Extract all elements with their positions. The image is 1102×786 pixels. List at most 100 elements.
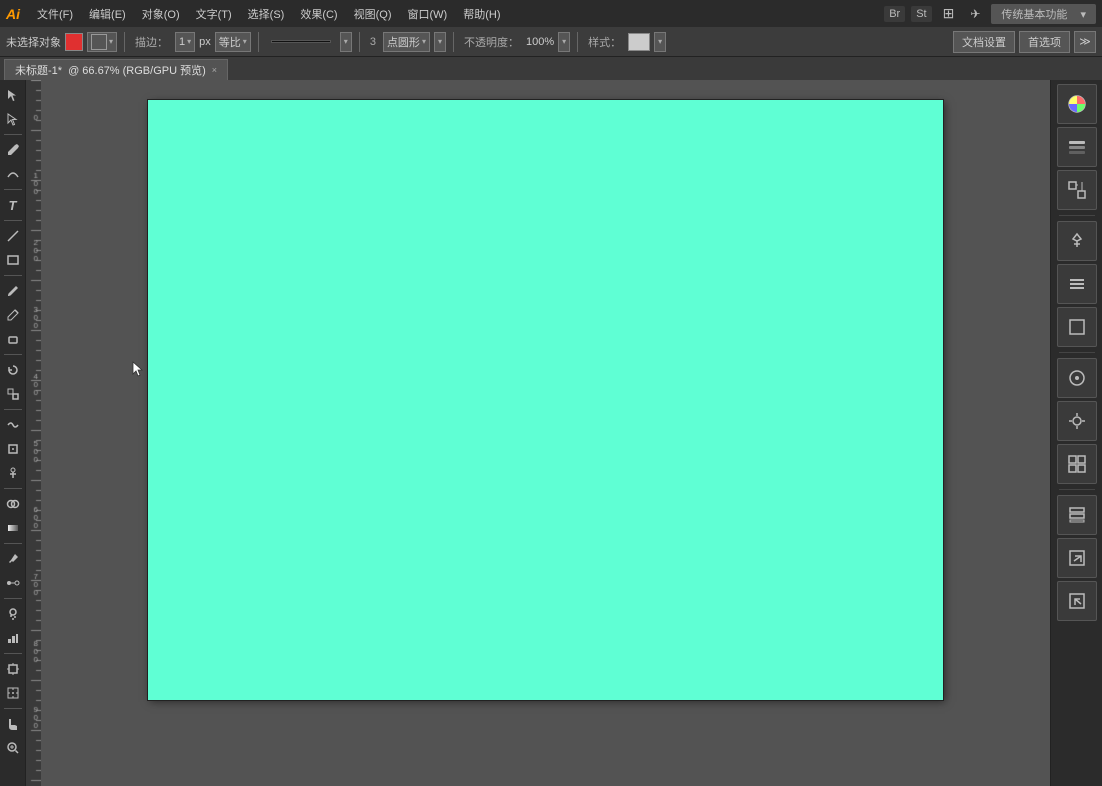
- menu-help[interactable]: 帮助(H): [456, 4, 507, 24]
- arrange-icon[interactable]: ⊞: [938, 3, 960, 24]
- point-type-dropdown[interactable]: 点圆形 ▾: [383, 32, 430, 52]
- stroke-unit: px: [199, 36, 211, 48]
- panel-separator-3: [1059, 489, 1095, 490]
- left-ruler: [26, 80, 41, 786]
- extra-options-button[interactable]: ≫: [1074, 31, 1096, 53]
- blend-tool[interactable]: [2, 572, 24, 594]
- left-toolbar: T: [0, 80, 26, 786]
- stroke-line-preview: [271, 40, 331, 43]
- tool-separator-7: [4, 488, 22, 489]
- curvature-tool[interactable]: [2, 163, 24, 185]
- tool-separator-10: [4, 653, 22, 654]
- link-button[interactable]: [1057, 581, 1097, 621]
- tab-close-button[interactable]: ×: [212, 65, 217, 75]
- style-label: 样式：: [588, 34, 621, 50]
- stroke-dash-dropdown[interactable]: ▾: [340, 32, 352, 52]
- symbol-sprayer-tool[interactable]: [2, 603, 24, 625]
- tool-separator-9: [4, 598, 22, 599]
- style-swatch[interactable]: [628, 33, 650, 51]
- document-tab[interactable]: 未标题-1* @ 66.67% (RGB/GPU 预览) ×: [4, 59, 228, 80]
- line-tool[interactable]: [2, 225, 24, 247]
- puppet-panel-button[interactable]: [1057, 221, 1097, 261]
- zoom-tool[interactable]: [2, 737, 24, 759]
- top-menubar: Ai 文件(F) 编辑(E) 对象(O) 文字(T) 选择(S) 效果(C) 视…: [0, 0, 1102, 27]
- rect-tool[interactable]: [2, 249, 24, 271]
- menu-type[interactable]: 文字(T): [189, 4, 239, 24]
- eyedropper-tool[interactable]: [2, 548, 24, 570]
- panel-separator-1: [1059, 215, 1095, 216]
- column-graph-tool[interactable]: [2, 627, 24, 649]
- preferences-button[interactable]: 首选项: [1019, 31, 1070, 53]
- tab-info: @ 66.67% (RGB/GPU 预览): [68, 62, 206, 78]
- stock-icon[interactable]: St: [911, 6, 931, 22]
- artboard-tool[interactable]: [2, 658, 24, 680]
- opacity-value: 100%: [526, 36, 554, 48]
- direct-selection-tool[interactable]: [2, 108, 24, 130]
- panel-separator-2: [1059, 352, 1095, 353]
- scale-tool[interactable]: [2, 383, 24, 405]
- warp-tool[interactable]: [2, 414, 24, 436]
- top-right-icons: Br St ⊞ ✈ 传统基本功能 ▾: [884, 3, 1096, 24]
- pen-tool[interactable]: [2, 139, 24, 161]
- no-selection-label: 未选择对象: [6, 34, 61, 50]
- hand-tool[interactable]: [2, 713, 24, 735]
- stroke-type-dropdown[interactable]: ▾: [87, 32, 117, 52]
- artboard-container: [41, 80, 1050, 786]
- right-panel: [1050, 80, 1102, 786]
- rect2-button[interactable]: [1057, 307, 1097, 347]
- tool-separator-2: [4, 189, 22, 190]
- menu-object[interactable]: 对象(O): [135, 4, 187, 24]
- shape-builder-tool[interactable]: [2, 493, 24, 515]
- stroke-color-swatch[interactable]: [65, 33, 83, 51]
- export-button[interactable]: [1057, 538, 1097, 578]
- tab-title: 未标题-1*: [15, 62, 62, 78]
- pencil-tool[interactable]: [2, 304, 24, 326]
- stroke-scale-dropdown[interactable]: 等比 ▾: [215, 32, 251, 52]
- opacity-label: 不透明度：: [464, 34, 519, 50]
- eraser-tool[interactable]: [2, 328, 24, 350]
- gradient-tool[interactable]: [2, 517, 24, 539]
- stroke-label: 描边：: [135, 34, 168, 50]
- free-transform-tool[interactable]: [2, 438, 24, 460]
- opacity-dropdown[interactable]: ▾: [558, 32, 570, 52]
- menu-file[interactable]: 文件(F): [30, 4, 80, 24]
- tool-separator-4: [4, 275, 22, 276]
- style-dropdown[interactable]: ▾: [654, 32, 666, 52]
- transform-panel-button[interactable]: [1057, 170, 1097, 210]
- menu-select[interactable]: 选择(S): [241, 4, 292, 24]
- menu-edit[interactable]: 编辑(E): [82, 4, 133, 24]
- paintbrush-tool[interactable]: [2, 280, 24, 302]
- bridge-icon[interactable]: Br: [884, 6, 905, 22]
- circle-button[interactable]: [1057, 358, 1097, 398]
- slice-tool[interactable]: [2, 682, 24, 704]
- point-count-label: 3: [370, 36, 376, 48]
- doc-settings-button[interactable]: 文档设置: [953, 31, 1015, 53]
- tab-bar: 未标题-1* @ 66.67% (RGB/GPU 预览) ×: [0, 57, 1102, 80]
- puppet-warp-tool[interactable]: [2, 462, 24, 484]
- libraries-panel-button[interactable]: [1057, 127, 1097, 167]
- artboard[interactable]: [148, 100, 943, 700]
- options-bar: 未选择对象 ▾ 描边： 1 ▾ px 等比 ▾ ▾ 3 点圆形 ▾ ▾ 不透明度…: [0, 27, 1102, 57]
- menu2-button[interactable]: [1057, 264, 1097, 304]
- type-tool[interactable]: T: [2, 194, 24, 216]
- app-logo: Ai: [6, 6, 20, 22]
- menu-effect[interactable]: 效果(C): [293, 4, 344, 24]
- tool-separator-8: [4, 543, 22, 544]
- point-shape-dropdown[interactable]: ▾: [434, 32, 446, 52]
- tool-separator-1: [4, 134, 22, 135]
- workspace-button[interactable]: 传统基本功能 ▾: [991, 4, 1096, 24]
- layers-button[interactable]: [1057, 495, 1097, 535]
- stroke-align-dropdown[interactable]: 1 ▾: [175, 32, 195, 52]
- sun-button[interactable]: [1057, 401, 1097, 441]
- tool-separator-11: [4, 708, 22, 709]
- menu-view[interactable]: 视图(Q): [347, 4, 399, 24]
- tool-separator-5: [4, 354, 22, 355]
- tool-separator-6: [4, 409, 22, 410]
- canvas-area[interactable]: [41, 80, 1050, 786]
- color-panel-button[interactable]: [1057, 84, 1097, 124]
- selection-tool[interactable]: [2, 84, 24, 106]
- grid2-button[interactable]: [1057, 444, 1097, 484]
- send-icon[interactable]: ✈: [965, 5, 985, 23]
- rotate-tool[interactable]: [2, 359, 24, 381]
- menu-window[interactable]: 窗口(W): [401, 4, 455, 24]
